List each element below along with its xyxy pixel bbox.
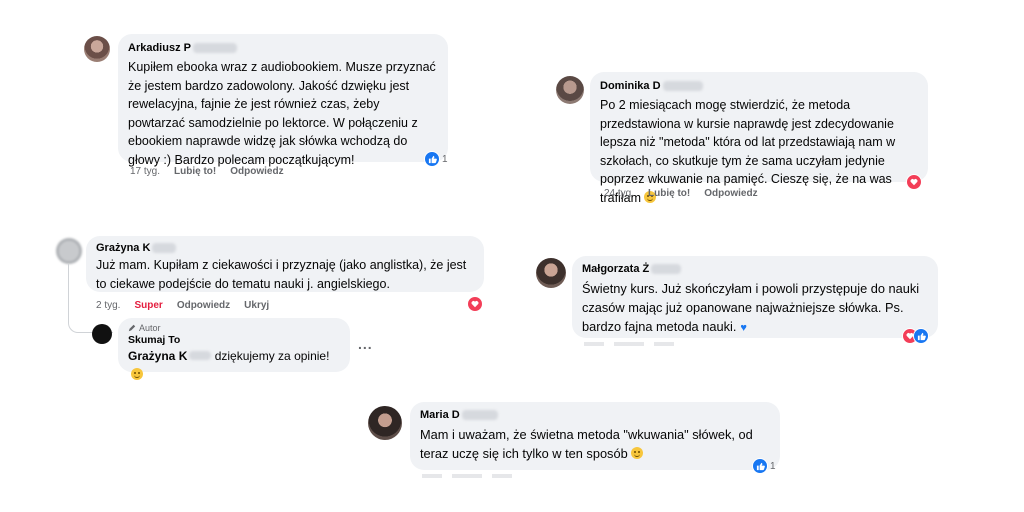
reply-button[interactable]: Odpowiedz	[230, 166, 283, 177]
comment-text: Świetny kurs. Już skończyłam i powoli pr…	[582, 281, 920, 334]
comment-bubble: Arkadiusz P Kupiłem ebooka wraz z audiob…	[118, 34, 448, 167]
avatar[interactable]	[368, 406, 402, 440]
comment-actions: 2 tyg. Super Odpowiedz Ukryj	[96, 300, 269, 311]
timestamp[interactable]: 24 tyg.	[604, 188, 634, 199]
reaction-summary[interactable]	[902, 328, 929, 344]
reaction-summary[interactable]	[906, 174, 922, 190]
comment-bubble: Dominika D Po 2 miesiącach mogę stwierdz…	[590, 72, 928, 205]
comment-actions: 24 tyg. Lubię to! Odpowiedz	[604, 188, 758, 199]
blue-heart-icon: ♥	[740, 322, 747, 334]
blurred-name	[651, 264, 682, 274]
reaction-count: 1	[770, 460, 776, 472]
like-icon	[752, 458, 768, 474]
blurred-name	[189, 351, 212, 360]
like-button[interactable]: Lubię to!	[174, 166, 216, 177]
reply-author[interactable]: Skumaj To	[128, 334, 340, 346]
comment-author[interactable]: Dominika D	[600, 80, 661, 92]
cropped-actions	[422, 474, 512, 478]
cropped-actions	[584, 342, 674, 346]
comment-text: Już mam. Kupiłam z ciekawości i przyznaj…	[96, 258, 467, 291]
timestamp[interactable]: 17 tyg.	[130, 166, 160, 177]
like-icon	[913, 328, 929, 344]
reply-thread-line	[68, 264, 113, 333]
avatar[interactable]	[56, 238, 82, 264]
blurred-name	[461, 410, 498, 420]
like-icon	[424, 151, 440, 167]
comment-bubble: Grażyna K Już mam. Kupiłam z ciekawości …	[86, 236, 484, 292]
grin-emoji-icon	[131, 367, 143, 380]
author-badge-label: Autor	[139, 323, 161, 333]
super-reaction-button[interactable]: Super	[134, 300, 162, 311]
mention-link[interactable]: Grażyna K	[128, 349, 212, 363]
author-badge: Autor	[128, 323, 340, 333]
more-options-button[interactable]: ...	[358, 336, 373, 352]
blurred-name	[192, 43, 237, 53]
page-avatar[interactable]	[92, 324, 112, 344]
hide-button[interactable]: Ukryj	[244, 300, 269, 311]
comment-text: Mam i uważam, że świetna metoda "wkuwani…	[420, 427, 753, 461]
comment-author[interactable]: Grażyna K	[96, 242, 150, 254]
wink-emoji-icon	[630, 447, 643, 459]
comment-actions: 17 tyg. Lubię to! Odpowiedz	[130, 166, 284, 177]
reaction-summary[interactable]: 1	[424, 151, 448, 167]
comment-author[interactable]: Maria D	[420, 409, 460, 421]
comment-bubble: Maria D Mam i uważam, że świetna metoda …	[410, 402, 780, 470]
reaction-summary[interactable]: 1	[752, 458, 776, 474]
heart-icon	[906, 174, 922, 190]
comment-author[interactable]: Arkadiusz P	[128, 42, 191, 54]
reaction-summary[interactable]	[467, 296, 483, 312]
avatar[interactable]	[84, 36, 110, 62]
comment-author[interactable]: Małgorzata Ż	[582, 263, 649, 275]
reaction-count: 1	[442, 153, 448, 165]
heart-icon	[467, 296, 483, 312]
comment-text: Kupiłem ebooka wraz z audiobookiem. Musz…	[128, 60, 436, 167]
blurred-name	[152, 243, 177, 253]
reply-bubble: Autor Skumaj To Grażyna K dziękujemy za …	[118, 318, 350, 380]
blurred-name	[662, 81, 703, 91]
like-button[interactable]: Lubię to!	[648, 188, 690, 199]
avatar[interactable]	[556, 76, 584, 104]
reply-text: dziękujemy za opinie!	[214, 349, 330, 363]
comment-bubble: Małgorzata Ż Świetny kurs. Już skończyła…	[572, 256, 938, 338]
avatar[interactable]	[536, 258, 566, 288]
reply-button[interactable]: Odpowiedz	[704, 188, 757, 199]
reply-button[interactable]: Odpowiedz	[177, 300, 230, 311]
pencil-icon	[128, 324, 136, 332]
